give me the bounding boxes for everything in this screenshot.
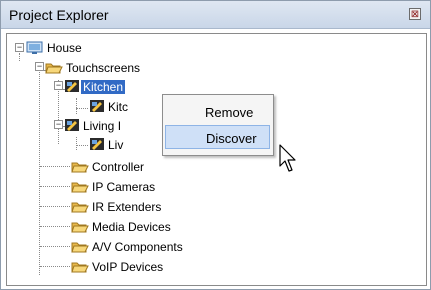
tree-label-kitchen: Kitchen — [81, 79, 126, 94]
collapse-toggle-living[interactable]: − — [54, 120, 63, 129]
folder-open-icon — [45, 61, 63, 75]
collapse-toggle-house[interactable]: − — [15, 43, 24, 52]
tree-node-house[interactable]: House — [26, 39, 82, 56]
tree-node-living[interactable]: Living I — [64, 117, 121, 134]
mouse-cursor-icon — [278, 144, 300, 174]
folder-open-icon — [71, 160, 89, 174]
collapse-toggle-touchscreens[interactable]: − — [35, 62, 44, 71]
tree-label-touchscreens: Touchscreens — [66, 60, 141, 75]
folder-open-icon — [71, 260, 89, 274]
tree-label-av-components: A/V Components — [92, 239, 183, 254]
tree-label-ip-cameras: IP Cameras — [92, 179, 156, 194]
folder-open-icon — [71, 240, 89, 254]
house-icon — [26, 40, 44, 55]
tree-label-kitchen-panel: Kitc — [108, 99, 129, 114]
tree-node-ir-extenders[interactable]: IR Extenders — [71, 198, 161, 215]
context-menu: Remove Discover — [162, 94, 274, 156]
tree-label-living-panel: Liv — [108, 137, 124, 152]
tree-node-av-components[interactable]: A/V Components — [71, 238, 183, 255]
tree-node-ip-cameras[interactable]: IP Cameras — [71, 178, 155, 195]
collapse-toggle-kitchen[interactable]: − — [54, 81, 63, 90]
folder-open-icon — [71, 220, 89, 234]
tree-node-voip-devices[interactable]: VoIP Devices — [71, 258, 163, 275]
menu-item-remove[interactable]: Remove — [165, 100, 270, 124]
project-tree: − − − − House Touchscreens Kitchen Kitc … — [6, 33, 427, 286]
panel-titlebar: Project Explorer ⊠ — [1, 1, 430, 29]
touchscreen-icon — [64, 118, 80, 133]
tree-node-controller[interactable]: Controller — [71, 158, 144, 175]
project-explorer-panel: Project Explorer ⊠ − − − − House Touchsc… — [0, 0, 431, 290]
folder-open-icon — [71, 200, 89, 214]
menu-item-discover[interactable]: Discover — [165, 125, 270, 149]
tree-label-controller: Controller — [92, 159, 145, 174]
tree-label-ir-extenders: IR Extenders — [92, 199, 162, 214]
tree-node-touchscreens[interactable]: Touchscreens — [45, 59, 140, 76]
tree-node-kitchen[interactable]: Kitchen — [64, 78, 126, 95]
touchscreen-icon — [89, 99, 105, 114]
tree-node-kitchen-panel[interactable]: Kitc — [89, 98, 128, 115]
panel-title: Project Explorer — [9, 7, 109, 23]
touchscreen-icon — [89, 137, 105, 152]
folder-open-icon — [71, 180, 89, 194]
close-icon[interactable]: ⊠ — [409, 8, 421, 20]
menu-item-remove-label: Remove — [205, 105, 254, 120]
tree-node-living-panel[interactable]: Liv — [89, 136, 123, 153]
tree-label-living: Living I — [83, 118, 122, 133]
menu-item-discover-label: Discover — [206, 131, 257, 146]
tree-node-media-devices[interactable]: Media Devices — [71, 218, 171, 235]
touchscreen-icon — [64, 79, 80, 94]
tree-label-house: House — [47, 40, 82, 55]
tree-label-media-devices: Media Devices — [92, 219, 171, 234]
tree-label-voip-devices: VoIP Devices — [92, 259, 164, 274]
